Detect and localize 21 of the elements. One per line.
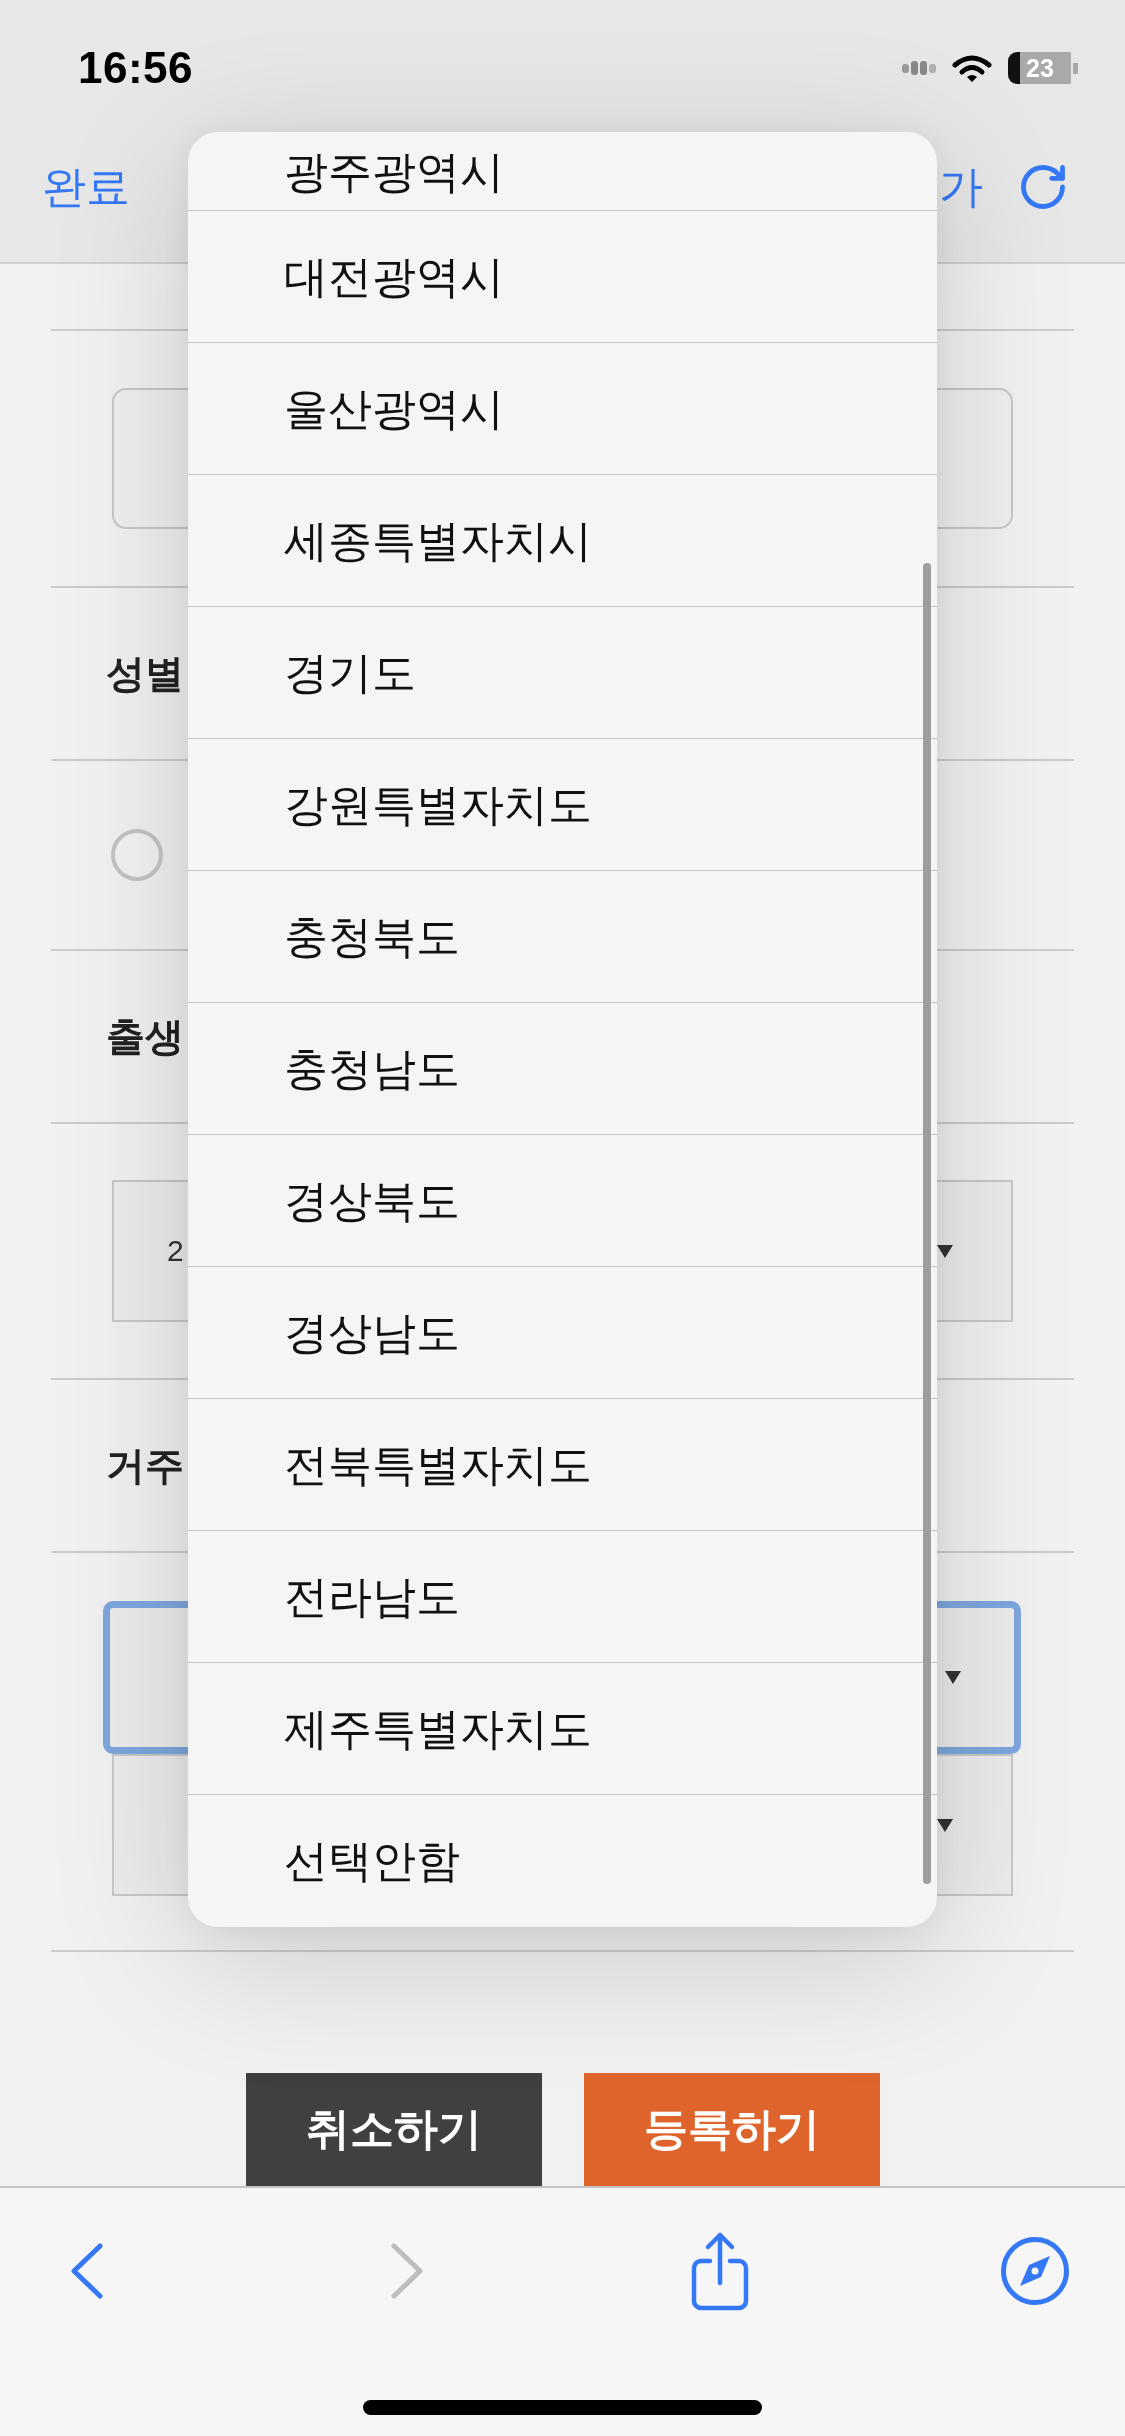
submit-button[interactable]: 등록하기	[583, 2073, 880, 2186]
caret-icon	[945, 1671, 961, 1684]
dropdown-option[interactable]: 대전광역시	[188, 210, 937, 342]
share-icon[interactable]	[689, 2231, 751, 2311]
scrollbar-thumb[interactable]	[923, 563, 931, 1884]
field-label: 성별	[106, 651, 184, 696]
field-label: 거주	[106, 1443, 184, 1488]
status-time: 16:56	[78, 42, 194, 94]
caret-icon	[937, 1818, 953, 1832]
dropdown-option[interactable]: 광주광역시	[188, 132, 937, 210]
field-label: 출생	[106, 1014, 184, 1059]
signal-icon	[902, 60, 936, 76]
radio-button[interactable]	[111, 829, 163, 881]
compass-icon[interactable]	[1000, 2236, 1070, 2306]
battery-indicator: 23	[1008, 52, 1078, 84]
cancel-button[interactable]: 취소하기	[245, 2073, 542, 2186]
wifi-icon	[952, 53, 992, 83]
select-value: 2	[167, 1233, 184, 1269]
back-icon[interactable]	[70, 2242, 104, 2300]
dropdown-option[interactable]: 울산광역시	[188, 342, 937, 474]
caret-icon	[937, 1244, 953, 1258]
